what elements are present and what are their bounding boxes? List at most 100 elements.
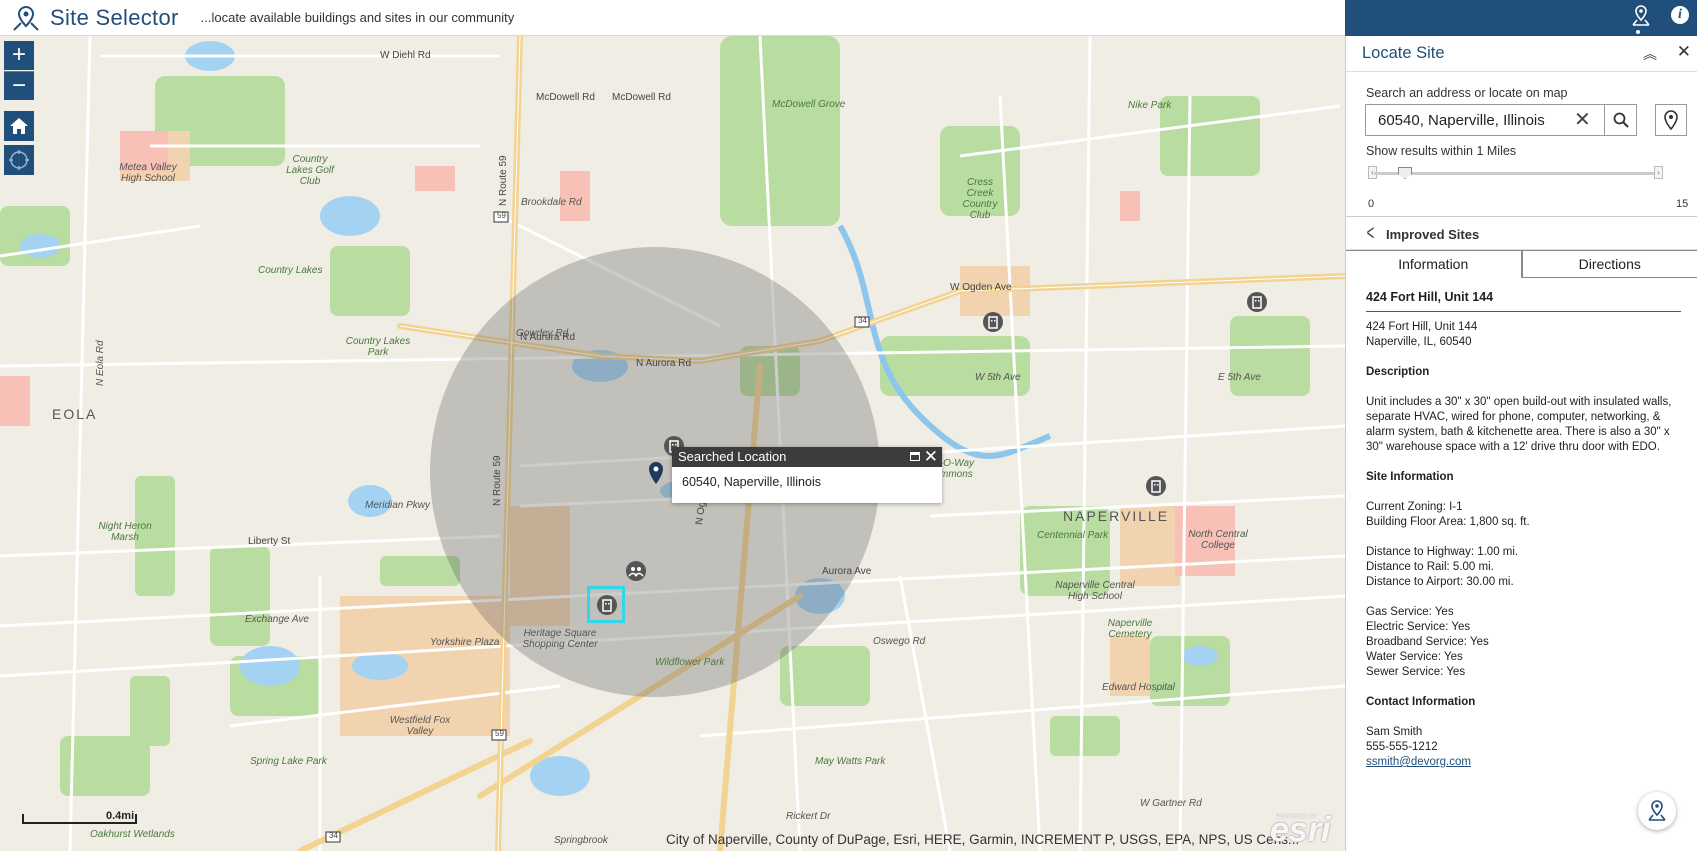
maximize-icon[interactable] [910,452,920,461]
map-label-gowdey-rd: Gowdey Rd [516,328,569,339]
home-icon [10,118,28,134]
locate-site-panel: Locate Site ︽ ✕ Search an address or loc… [1345,36,1697,851]
map-label-mcdowell-grove: McDowell Grove [772,99,846,110]
panel-toolbar: i [1345,0,1697,36]
route-34-shield-south: 34 [329,831,338,840]
map-label-metea: Metea Valley High School [119,162,177,184]
map-label-brookdale-rd: Brookdale Rd [521,197,582,208]
search-icon [1613,112,1629,128]
panel-close-icon[interactable]: ✕ [1677,42,1691,62]
map-label-spring-lake: Spring Lake Park [250,756,327,767]
contact-name: Sam Smith [1366,726,1423,738]
map-label-n-route-59b: N Route 59 [492,455,503,506]
map-label-rickert-dr: Rickert Dr [786,811,831,822]
map-label-mcdowell-rd-2: McDowell Rd [612,92,671,103]
site-info-heading: Site Information [1366,471,1454,483]
map-label-mcdowell-rd: McDowell Rd [536,92,595,103]
scale-bar: 0.4mi [22,810,137,830]
map-label-westfield: Westfield Fox Valley [389,715,451,737]
route-59-shield-south: 59 [495,729,504,738]
map-label-oakhurst: Oakhurst Wetlands [90,829,175,840]
map-label-naperville-cemetery: Naperville Cemetery [1107,618,1153,640]
site-detail: 424 Fort Hill, Unit 144 424 Fort Hill, U… [1366,290,1686,770]
location-pin-icon[interactable] [648,462,664,486]
distance-airport: Distance to Airport: 30.00 mi. [1366,576,1514,588]
map-label-meridian-pkwy: Meridian Pkwy [365,500,431,511]
panel-header: Locate Site ︽ ✕ [1346,36,1697,72]
slider-handle[interactable] [1398,167,1412,179]
search-label: Search an address or locate on map [1366,86,1568,100]
sewer-service: Sewer Service: Yes [1366,666,1466,678]
building-marker-icon[interactable] [1146,476,1166,496]
tab-information[interactable]: Information [1346,250,1522,278]
popup-title: Searched Location [678,449,787,464]
map-label-naperville: NAPERVILLE [1063,508,1170,524]
route-59-shield: 59 [497,211,506,220]
search-box: ✕ [1365,104,1605,136]
radius-slider[interactable]: ‹ › [1368,166,1663,182]
radius-label: Show results within 1 Miles [1366,144,1517,158]
scale-label: 0.4mi [106,810,135,822]
map-attribution: City of Naperville, County of DuPage, Es… [666,832,1300,847]
zoom-in-button[interactable]: + [4,41,34,70]
zoom-out-button[interactable]: − [4,71,34,100]
map-label-yorkshire-plaza: Yorkshire Plaza [430,637,500,648]
people-marker-icon[interactable] [626,561,646,581]
crosshair-icon [9,150,29,170]
map-label-country-lakes: Country Lakes [258,265,323,276]
locate-site-fab[interactable] [1638,792,1676,830]
popup-body: 60540, Naperville, Illinois [682,475,821,489]
map-label-n-route-59: N Route 59 [498,155,509,206]
app-title: Site Selector [50,4,179,30]
contact-phone: 555-555-1212 [1366,741,1438,753]
map-label-w-diehl-rd: W Diehl Rd [380,50,431,61]
broadband-service: Broadband Service: Yes [1366,636,1489,648]
locate-button[interactable] [4,145,34,175]
clear-icon[interactable]: ✕ [1574,109,1591,131]
map-label-n-eola-rd: N Eola Rd [95,340,106,386]
results-header: < Improved Sites [1346,216,1697,250]
search-input[interactable] [1366,105,1571,135]
map-label-liberty-st: Liberty St [248,536,291,547]
distance-highway: Distance to Highway: 1.00 mi. [1366,546,1519,558]
site-selector-logo-icon [13,5,39,31]
app-subtitle: ...locate available buildings and sites … [200,10,515,25]
popup-close-icon[interactable]: ✕ [924,447,938,467]
slider-track[interactable] [1374,172,1657,175]
tab-directions[interactable]: Directions [1521,250,1697,278]
address-line-2: Naperville, IL, 60540 [1366,336,1472,348]
back-chevron-icon[interactable]: < [1367,222,1375,244]
map-label-may-watts: May Watts Park [815,756,886,767]
slider-max-label: 15 [1676,198,1689,210]
water-service: Water Service: Yes [1366,651,1463,663]
esri-logo[interactable]: esri [1270,811,1331,850]
map-label-n-aurora-rd-2: N Aurora Rd [636,358,692,369]
gas-service: Gas Service: Yes [1366,606,1454,618]
address-line-1: 424 Fort Hill, Unit 144 [1366,321,1478,333]
detail-tabs: Information Directions [1346,250,1697,278]
info-icon[interactable]: i [1671,6,1689,24]
building-marker-icon[interactable] [983,312,1003,332]
electric-service: Electric Service: Yes [1366,621,1471,633]
map-label-country-lakes-park: Country Lakes Park [345,336,411,358]
map-label-naperville-central: Naperville Central High School [1055,580,1135,602]
home-button[interactable] [4,111,34,141]
contact-email-link[interactable]: ssmith@devorg.com [1366,756,1471,768]
map-label-country-lakes-golf: Country Lakes Golf Club [286,154,334,187]
panel-title: Locate Site [1362,44,1445,62]
slider-increment[interactable]: › [1654,166,1663,179]
building-marker-icon[interactable] [1247,292,1267,312]
collapse-icon[interactable]: ︽ [1643,44,1657,64]
map-label-w-5th-ave: W 5th Ave [975,372,1021,383]
selected-site-highlight[interactable] [587,586,625,623]
map-label-nike-park: Nike Park [1128,100,1172,111]
zoning: Current Zoning: I-1 [1366,501,1463,513]
locate-site-tool-icon[interactable] [1631,5,1651,27]
route-34-shield: 34 [858,316,867,325]
map-view[interactable]: 59 34 59 34 NAPERVILLE EOLA W Diehl Rd M… [0,36,1345,851]
locate-on-map-button[interactable] [1655,104,1687,136]
search-button[interactable] [1605,104,1637,136]
map-pin-icon [1664,110,1678,130]
popup-header: Searched Location ✕ [672,447,942,467]
map-label-edward-hospital: Edward Hospital [1102,682,1175,693]
